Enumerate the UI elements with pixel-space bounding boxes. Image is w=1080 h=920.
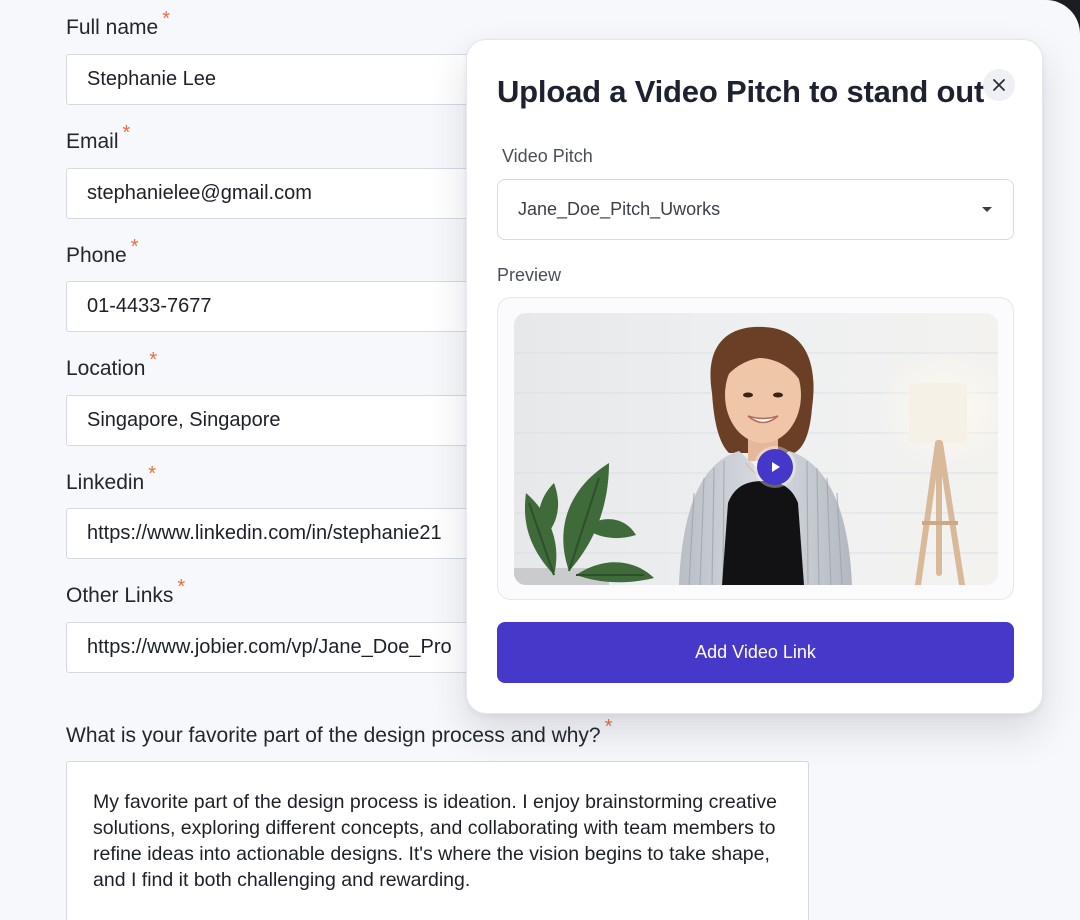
video-preview[interactable] [514, 313, 998, 585]
required-marker: * [177, 576, 186, 598]
add-video-link-label: Add Video Link [695, 642, 816, 662]
location-label: Location * [66, 350, 157, 380]
other-links-value: https://www.jobier.com/vp/Jane_Doe_Pro [87, 636, 452, 658]
linkedin-value: https://www.linkedin.com/in/stephanie21 [87, 522, 442, 544]
required-marker: * [162, 8, 170, 30]
full-name-value: Stephanie Lee [87, 68, 217, 90]
answer-textarea[interactable]: My favorite part of the design process i… [66, 761, 809, 920]
email-value: stephanielee@gmail.com [87, 182, 312, 204]
phone-label: Phone * [66, 237, 139, 267]
video-pitch-label: Video Pitch [502, 146, 593, 166]
question-label: What is your favorite part of the design… [66, 716, 612, 748]
video-pitch-select[interactable]: Jane_Doe_Pitch_Uworks [497, 179, 1014, 240]
full-name-label: Full name * [66, 9, 170, 39]
email-label-text: Email [66, 130, 119, 153]
required-marker: * [148, 463, 157, 485]
phone-label-text: Phone [66, 244, 127, 267]
full-name-label-text: Full name [66, 16, 159, 39]
answer-text: My favorite part of the design process i… [93, 791, 777, 891]
linkedin-label-text: Linkedin [66, 471, 145, 494]
email-label: Email * [66, 123, 130, 153]
chevron-down-icon [982, 206, 992, 212]
close-icon [993, 79, 1005, 91]
close-button[interactable] [983, 69, 1015, 101]
modal-title: Upload a Video Pitch to stand out [497, 74, 985, 109]
add-video-link-button[interactable]: Add Video Link [497, 622, 1014, 683]
other-links-label-text: Other Links [66, 584, 174, 607]
required-marker: * [149, 349, 158, 371]
play-icon [772, 462, 780, 472]
video-thumbnail [514, 313, 998, 585]
required-marker: * [130, 236, 139, 258]
required-marker: * [604, 716, 613, 738]
linkedin-label: Linkedin * [66, 464, 156, 494]
preview-label: Preview [497, 265, 562, 285]
application-form-page: Full name * Stephanie Lee Email * stephani… [0, 0, 1080, 920]
phone-value: 01-4433-7677 [87, 295, 212, 317]
question-label-text: What is your favorite part of the design… [66, 724, 601, 747]
preview-frame [497, 297, 1014, 600]
video-pitch-selected-value: Jane_Doe_Pitch_Uworks [518, 199, 721, 219]
other-links-label: Other Links * [66, 577, 185, 607]
required-marker: * [122, 122, 131, 144]
location-value: Singapore, Singapore [87, 409, 281, 431]
play-button[interactable] [757, 449, 793, 485]
location-label-text: Location [66, 357, 146, 380]
video-pitch-modal: Upload a Video Pitch to stand out Video … [466, 39, 1043, 714]
